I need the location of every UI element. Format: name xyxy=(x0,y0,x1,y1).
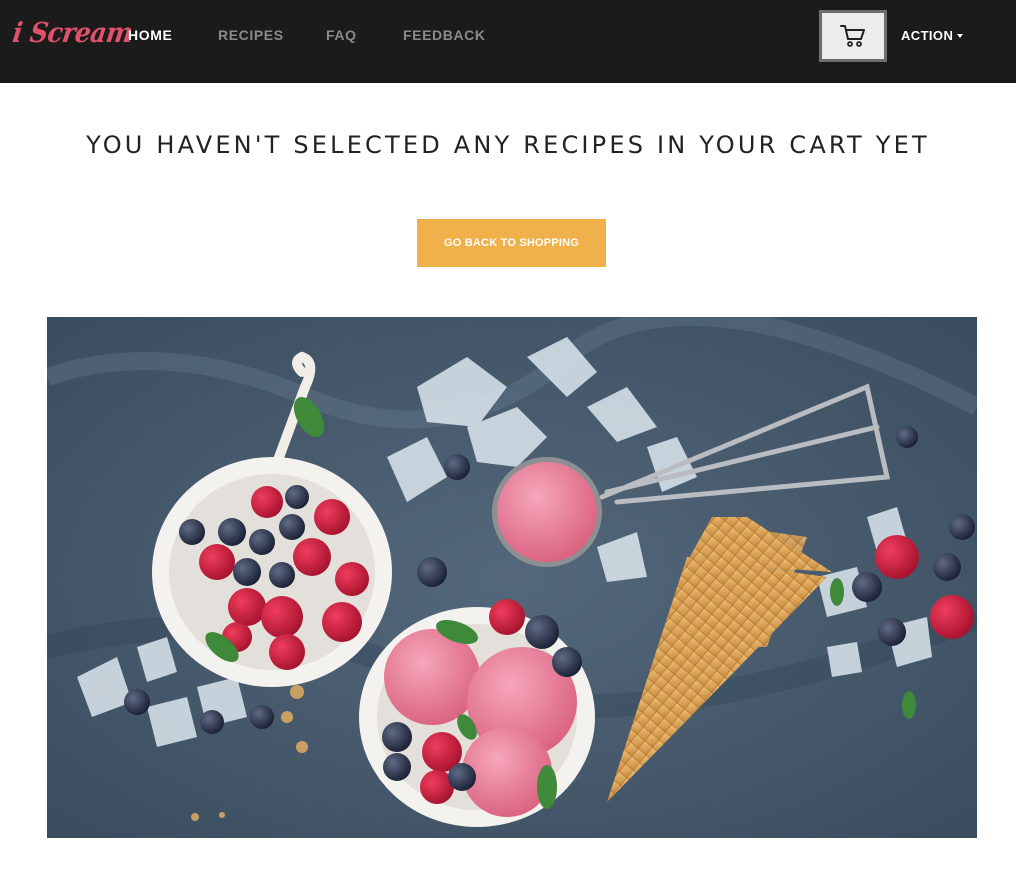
caret-down-icon xyxy=(957,34,964,38)
navbar: i Scream HOME RECIPES FAQ FEEDBACK ACTIO… xyxy=(0,0,1016,83)
nav-item-faq[interactable]: FAQ xyxy=(326,27,357,43)
nav-item-recipes[interactable]: RECIPES xyxy=(218,27,284,43)
empty-cart-heading: YOU HAVEN'T SELECTED ANY RECIPES IN YOUR… xyxy=(86,131,930,159)
action-label: ACTION xyxy=(901,28,954,43)
action-dropdown[interactable]: ACTION xyxy=(901,28,964,43)
brand-logo[interactable]: i Scream xyxy=(11,17,135,49)
cart-button[interactable] xyxy=(819,10,887,62)
nav-item-home[interactable]: HOME xyxy=(128,27,172,43)
cart-icon xyxy=(840,25,865,47)
go-back-to-shopping-button[interactable]: GO BACK TO SHOPPING xyxy=(417,219,606,267)
nav-item-feedback[interactable]: FEEDBACK xyxy=(403,27,486,43)
hero-image xyxy=(47,317,977,838)
